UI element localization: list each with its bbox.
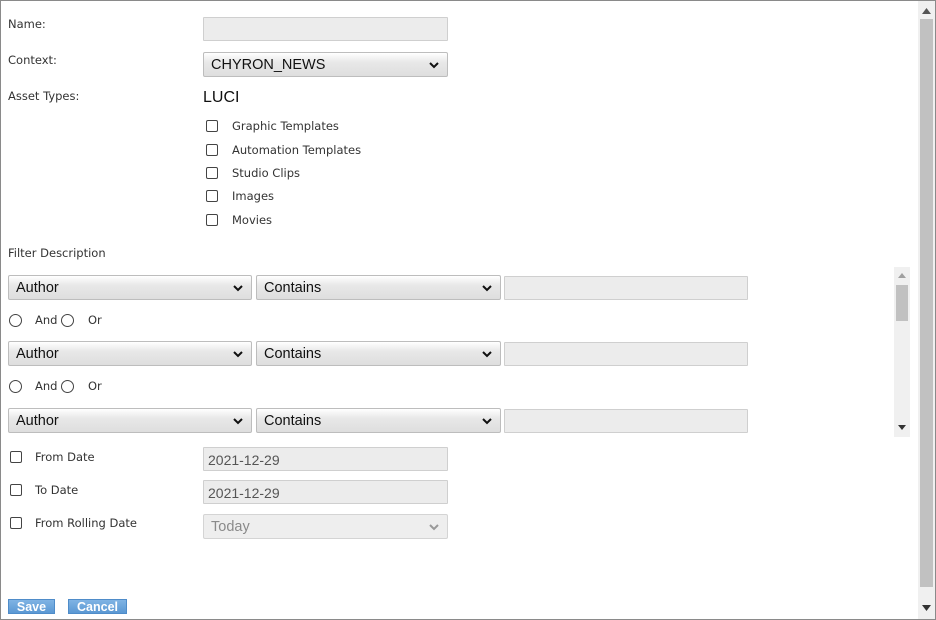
filter-description-label: Filter Description <box>8 246 106 260</box>
cancel-button[interactable]: Cancel <box>68 599 127 614</box>
filter-value-input-2[interactable] <box>504 342 748 366</box>
asset-types-label: Asset Types: <box>8 89 80 103</box>
chevron-down-icon <box>429 62 439 69</box>
automation-templates-checkbox[interactable] <box>206 144 218 156</box>
and-radio-1[interactable] <box>9 314 22 327</box>
from-rolling-date-select[interactable]: Today <box>203 514 448 539</box>
filter-field-select-2[interactable]: Author <box>8 341 252 366</box>
filter-operator-value-3: Contains <box>264 413 322 429</box>
or-label-2: Or <box>88 379 102 393</box>
chevron-down-icon <box>429 524 439 531</box>
dialog-frame: Name: Context: CHYRON_NEWS Asset Types: … <box>0 0 936 620</box>
studio-clips-label: Studio Clips <box>232 166 300 180</box>
or-radio-1[interactable] <box>61 314 74 327</box>
images-checkbox[interactable] <box>206 190 218 202</box>
studio-clips-checkbox[interactable] <box>206 167 218 179</box>
page-scrollbar[interactable] <box>918 1 935 619</box>
movies-label: Movies <box>232 213 273 227</box>
triangle-up-icon[interactable] <box>922 7 931 14</box>
chevron-down-icon <box>482 351 492 358</box>
from-date-checkbox[interactable] <box>10 451 22 463</box>
chevron-down-icon <box>482 285 492 292</box>
movies-checkbox[interactable] <box>206 214 218 226</box>
filter-field-select-1[interactable]: Author <box>8 275 252 300</box>
name-label: Name: <box>8 17 46 31</box>
context-select[interactable]: CHYRON_NEWS <box>203 52 448 77</box>
context-select-value: CHYRON_NEWS <box>211 57 326 73</box>
triangle-down-icon[interactable] <box>922 605 931 612</box>
page-scrollbar-thumb[interactable] <box>920 19 933 587</box>
to-date-label: To Date <box>35 483 79 497</box>
filter-operator-select-2[interactable]: Contains <box>256 341 501 366</box>
chevron-down-icon <box>482 418 492 425</box>
filter-operator-select-3[interactable]: Contains <box>256 408 501 433</box>
save-button[interactable]: Save <box>8 599 55 614</box>
filter-scrollbar-thumb[interactable] <box>896 285 908 321</box>
filter-operator-value-2: Contains <box>264 346 322 362</box>
context-label: Context: <box>8 53 57 67</box>
filter-scrollbar[interactable] <box>894 267 910 437</box>
chevron-down-icon <box>233 418 243 425</box>
graphic-templates-label: Graphic Templates <box>232 119 339 133</box>
chevron-down-icon <box>233 351 243 358</box>
from-rolling-date-label: From Rolling Date <box>35 516 137 530</box>
graphic-templates-checkbox[interactable] <box>206 120 218 132</box>
filter-field-select-3[interactable]: Author <box>8 408 252 433</box>
and-label-1: And <box>35 313 58 327</box>
filter-operator-value-1: Contains <box>264 280 322 296</box>
filter-operator-select-1[interactable]: Contains <box>256 275 501 300</box>
to-date-input[interactable]: 2021-12-29 <box>203 480 448 504</box>
chevron-down-icon <box>233 285 243 292</box>
and-radio-2[interactable] <box>9 380 22 393</box>
from-rolling-date-value: Today <box>211 519 250 535</box>
name-input[interactable] <box>203 17 448 41</box>
automation-templates-label: Automation Templates <box>232 143 362 157</box>
filter-field-value-1: Author <box>16 280 59 296</box>
and-label-2: And <box>35 379 58 393</box>
or-label-1: Or <box>88 313 102 327</box>
triangle-up-icon[interactable] <box>898 272 906 278</box>
filter-field-value-2: Author <box>16 346 59 362</box>
images-label: Images <box>232 189 275 203</box>
filter-value-input-1[interactable] <box>504 276 748 300</box>
filter-value-input-3[interactable] <box>504 409 748 433</box>
from-date-input[interactable]: 2021-12-29 <box>203 447 448 471</box>
or-radio-2[interactable] <box>61 380 74 393</box>
from-rolling-date-checkbox[interactable] <box>10 517 22 529</box>
to-date-checkbox[interactable] <box>10 484 22 496</box>
filter-field-value-3: Author <box>16 413 59 429</box>
from-date-label: From Date <box>35 450 95 464</box>
triangle-down-icon[interactable] <box>898 425 906 431</box>
asset-group-luci: LUCI <box>203 89 240 106</box>
